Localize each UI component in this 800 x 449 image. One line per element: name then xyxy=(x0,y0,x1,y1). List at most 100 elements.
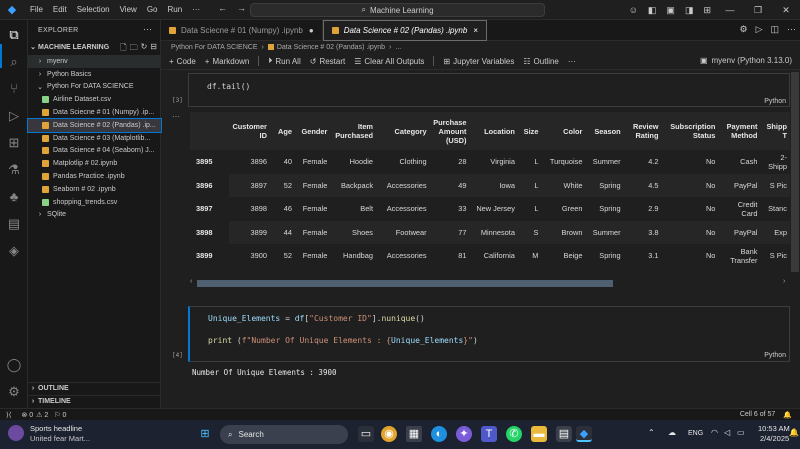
menu-go[interactable]: Go xyxy=(142,5,163,14)
split-editor-icon[interactable]: ◫ xyxy=(770,24,779,35)
add-code-button[interactable]: + Code xyxy=(169,57,196,66)
teams-icon[interactable]: T xyxy=(481,426,497,442)
tree-item-nb[interactable]: Seaborn # 02 .ipynb xyxy=(28,183,161,196)
toolbar-more-button[interactable]: ··· xyxy=(568,57,576,66)
account-icon[interactable]: ◯ xyxy=(5,356,23,374)
source-control-icon[interactable]: ⑂ xyxy=(5,80,23,98)
layout-sidebar-icon[interactable]: ◧ xyxy=(643,5,662,16)
vertical-scrollbar[interactable] xyxy=(791,72,799,272)
restart-button[interactable]: ↺ Restart xyxy=(310,57,346,66)
ports-count[interactable]: ⚐ 0 xyxy=(54,411,66,419)
extensions-icon[interactable]: ⊞ xyxy=(5,134,23,152)
minimize-icon[interactable]: — xyxy=(716,5,744,15)
customize-layout-icon[interactable]: ⊞ xyxy=(698,5,716,16)
python-icon[interactable]: ♣ xyxy=(5,188,23,206)
taskbar-search[interactable]: ⌕ Search xyxy=(220,425,348,444)
tab-numpy-notebook[interactable]: Data Sciecne # 01 (Numpy) .ipynb ● xyxy=(161,20,323,41)
restore-icon[interactable]: ❐ xyxy=(744,5,772,16)
tray-chevron-icon[interactable]: ⌃ xyxy=(648,428,655,437)
tree-item-folder[interactable]: › SQlite xyxy=(28,209,161,222)
new-folder-icon[interactable]: 🗀 xyxy=(130,42,138,56)
volume-icon[interactable]: ◁ xyxy=(724,428,730,437)
windows-start-icon[interactable]: ⊞ xyxy=(197,426,213,442)
refresh-icon[interactable]: ↻ xyxy=(141,42,148,56)
remote-explorer-icon[interactable]: ◈ xyxy=(5,242,23,260)
scroll-left-icon[interactable]: ‹ xyxy=(190,278,192,285)
breadcrumb-more[interactable]: ... xyxy=(395,44,401,51)
battery-icon[interactable]: ▭ xyxy=(737,428,745,437)
outline-section[interactable]: › OUTLINE xyxy=(28,382,161,394)
run-debug-icon[interactable]: ▷ xyxy=(5,107,23,125)
explorer-more-icon[interactable]: ··· xyxy=(143,24,152,34)
forward-arrow-icon[interactable]: → xyxy=(237,3,246,13)
notifications-icon[interactable]: 🔔 xyxy=(783,411,792,419)
settings-gear-icon[interactable]: ⚙ xyxy=(739,24,747,35)
back-arrow-icon[interactable]: ← xyxy=(218,3,227,13)
store-icon[interactable]: ▤ xyxy=(556,426,572,442)
file-explorer-icon[interactable]: ▬ xyxy=(531,426,547,442)
more-actions-icon[interactable]: ··· xyxy=(787,24,796,35)
layout-secondary-icon[interactable]: ◨ xyxy=(680,5,699,16)
vscode-taskbar-icon[interactable]: ◆ xyxy=(576,426,592,442)
news-subtitle[interactable]: United fear Mart... xyxy=(30,434,90,443)
news-avatar-icon[interactable] xyxy=(8,425,24,441)
close-window-icon[interactable]: ✕ xyxy=(772,5,800,16)
menu-file[interactable]: File xyxy=(25,5,48,14)
menu-more[interactable]: ··· xyxy=(187,5,205,14)
unsaved-dot-icon[interactable]: ● xyxy=(309,26,314,35)
menu-selection[interactable]: Selection xyxy=(72,5,115,14)
warnings-count[interactable]: ⚠ 2 xyxy=(36,411,48,419)
cloud-icon[interactable]: ☁ xyxy=(668,428,676,437)
chrome-icon[interactable]: ◉ xyxy=(381,426,397,442)
notification-bell-icon[interactable]: 🔔 xyxy=(789,428,799,437)
breadcrumb-folder[interactable]: Python For DATA SCIENCE xyxy=(171,44,258,51)
cell-4-line-1[interactable]: Unique_Elements = df["Customer ID"].nuni… xyxy=(208,314,425,323)
testing-icon[interactable]: ⚗ xyxy=(5,161,23,179)
kernel-picker[interactable]: ▣ myenv (Python 3.13.0) xyxy=(700,56,792,65)
code-cell-3[interactable]: df.tail() Python xyxy=(188,73,790,107)
menu-run[interactable]: Run xyxy=(162,5,187,14)
scroll-right-icon[interactable]: › xyxy=(783,278,785,285)
task-view-icon[interactable]: ▭ xyxy=(358,426,374,442)
add-markdown-button[interactable]: + Markdown xyxy=(205,57,250,66)
tab-pandas-notebook[interactable]: Data Science # 02 (Pandas) .ipynb × xyxy=(322,20,487,41)
tree-item-nb[interactable]: Data Science # 02 (Pandas) .ip... xyxy=(27,118,162,133)
cell-4-line-2[interactable]: print (f"Number Of Unique Elements : {Un… xyxy=(208,336,478,345)
breadcrumb-file[interactable]: Data Science # 02 (Pandas) .ipynb xyxy=(277,44,385,51)
tree-item-nb[interactable]: Data Science # 03 (Matplotlib... xyxy=(28,132,161,145)
calculator-icon[interactable]: ▦ xyxy=(406,426,422,442)
cell-3-code[interactable]: df.tail() xyxy=(207,82,250,91)
run-icon[interactable]: ▷ xyxy=(756,24,763,35)
run-all-button[interactable]: ⏵ Run All xyxy=(268,56,300,66)
tree-item-folder[interactable]: › Python Basics xyxy=(28,68,161,81)
command-center-search[interactable]: ⌕ Machine Learning xyxy=(250,3,545,17)
clear-outputs-button[interactable]: ☰ Clear All Outputs xyxy=(354,57,424,66)
settings-gear-icon[interactable]: ⚙ xyxy=(5,383,23,401)
tree-item-folder[interactable]: ⌄ Python For DATA SCIENCE xyxy=(28,81,161,94)
horizontal-scrollbar[interactable] xyxy=(197,280,613,287)
tree-item-csv[interactable]: shopping_trends.csv xyxy=(28,196,161,209)
tree-item-nb[interactable]: Pandas Practice .ipynb xyxy=(28,170,161,183)
clock-time[interactable]: 10:53 AM xyxy=(758,424,790,433)
remote-icon[interactable]: ⟩⟨ xyxy=(6,411,11,419)
output-more-icon[interactable]: ··· xyxy=(172,112,180,121)
menu-view[interactable]: View xyxy=(115,5,142,14)
cell-position[interactable]: Cell 6 of 57 xyxy=(740,411,775,418)
news-title[interactable]: Sports headline xyxy=(30,424,82,433)
errors-count[interactable]: ⊗ 0 xyxy=(21,411,33,419)
input-language[interactable]: ENG xyxy=(688,430,703,437)
tree-item-nb[interactable]: Data Sciecne # 01 (Numpy) .ip... xyxy=(28,106,161,119)
cell-3-language[interactable]: Python xyxy=(764,98,786,105)
jupyter-variables-button[interactable]: ⊞ Jupyter Variables xyxy=(443,57,514,66)
timeline-section[interactable]: › TIMELINE xyxy=(28,395,161,407)
whatsapp-icon[interactable]: ✆ xyxy=(506,426,522,442)
cell-4-language[interactable]: Python xyxy=(764,352,786,359)
layout-panel-icon[interactable]: ▣ xyxy=(661,5,680,16)
wifi-icon[interactable]: ◠ xyxy=(711,428,718,437)
close-tab-icon[interactable]: × xyxy=(473,26,478,35)
menu-edit[interactable]: Edit xyxy=(48,5,72,14)
outline-button[interactable]: ☷ Outline xyxy=(523,57,559,66)
edge-icon[interactable]: ◐ xyxy=(431,426,447,442)
folder-icon[interactable]: ▤ xyxy=(5,215,23,233)
copilot-icon[interactable]: ☺ xyxy=(624,5,643,15)
